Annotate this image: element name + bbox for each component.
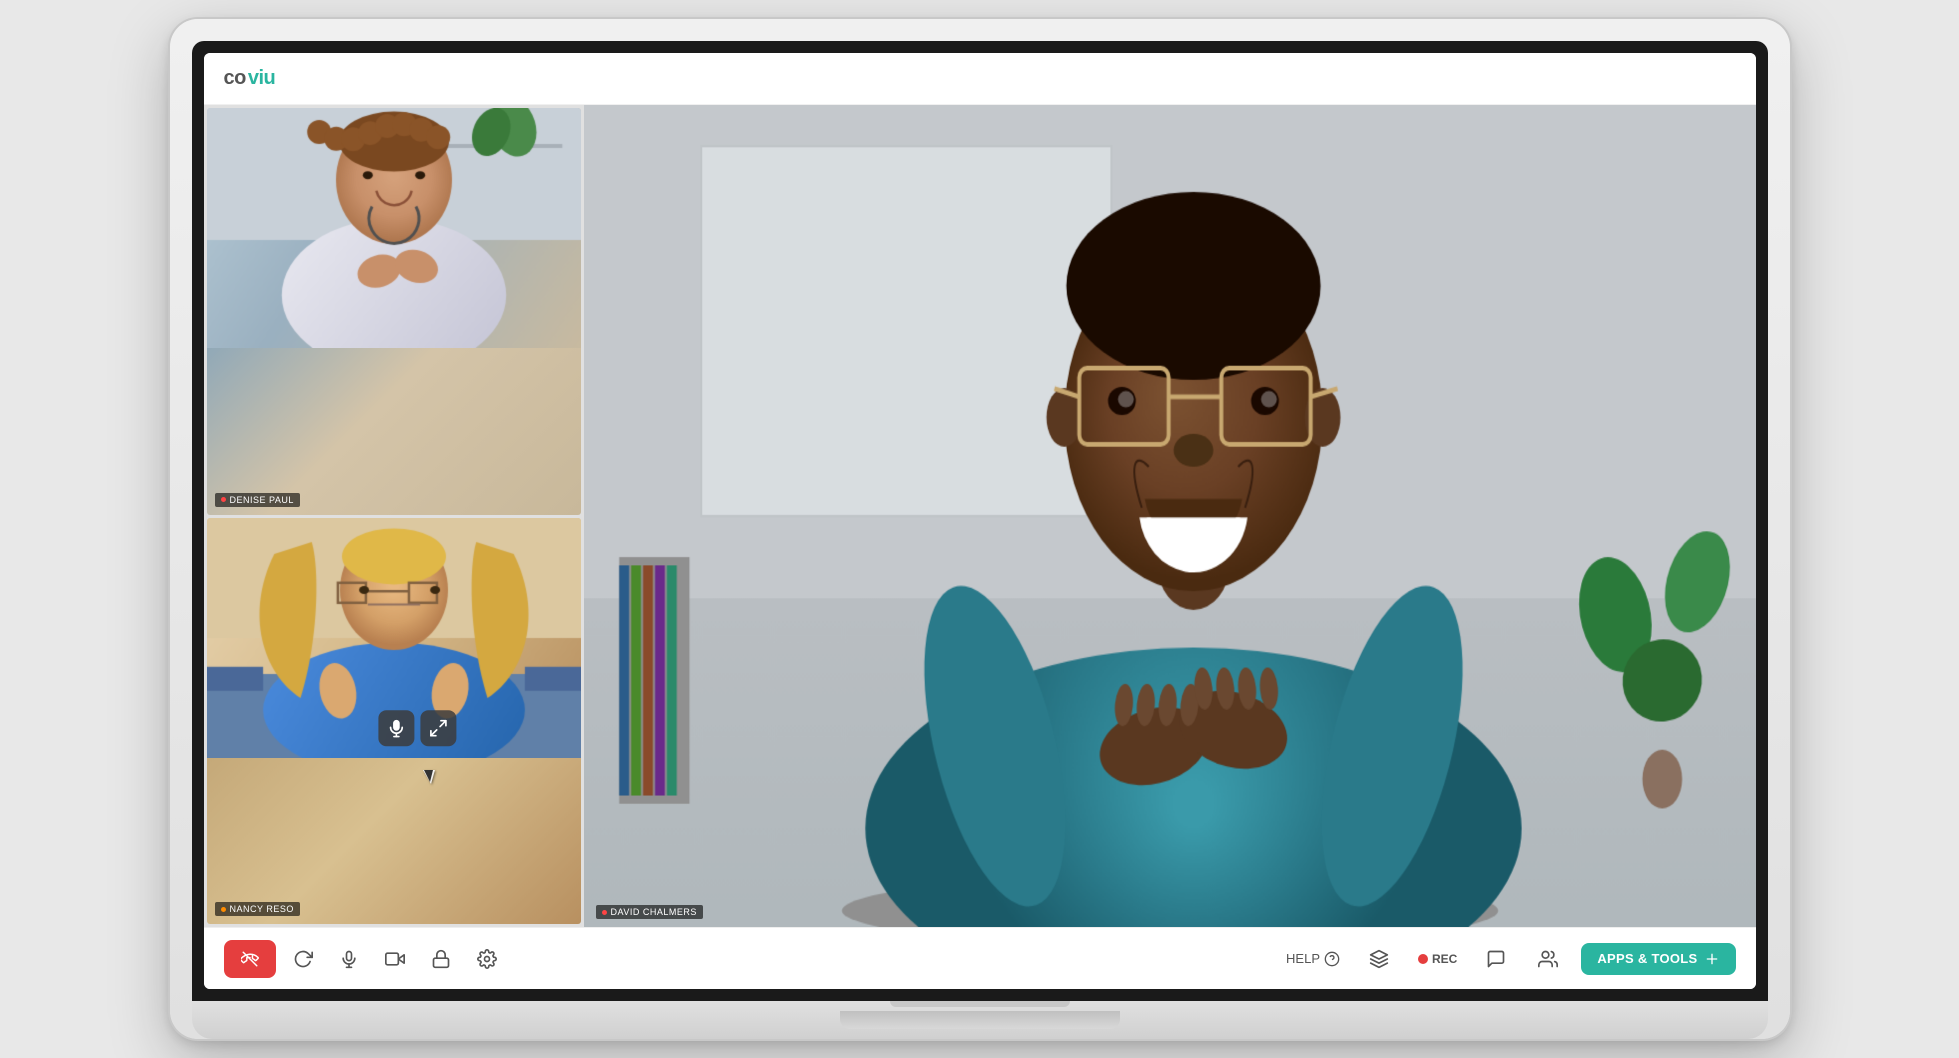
settings-icon [477,949,497,969]
video-area: DENISE PAUL [204,105,1756,927]
laptop-shell: coviu DENISE PAUL [170,19,1790,1039]
record-button[interactable]: REC [1412,948,1463,970]
camera-button[interactable] [376,940,414,978]
mic-icon [386,718,406,738]
refresh-button[interactable] [284,940,322,978]
nametag-david: DAVID CHALMERS [596,905,703,919]
nametag-david-text: DAVID CHALMERS [611,907,697,917]
settings-button[interactable] [468,940,506,978]
screen-bezel: coviu DENISE PAUL [192,41,1768,1001]
phone-off-icon [241,950,259,968]
layers-icon [1369,949,1389,969]
nametag-denise-text: DENISE PAUL [230,495,294,505]
toolbar-left [224,940,506,978]
help-label: HELP [1286,951,1320,966]
rec-label: REC [1432,952,1457,966]
camera-icon [385,949,405,969]
video-cell-doctor: DENISE PAUL [207,108,581,515]
status-dot-denise [221,497,226,502]
help-button[interactable]: HELP [1280,947,1346,971]
screen-content: coviu DENISE PAUL [204,53,1756,989]
video-cell-nurse: NANCY RESO [207,518,581,925]
logo-co-text: co [224,67,246,90]
layers-button[interactable] [1360,940,1398,978]
people-button[interactable] [1529,940,1567,978]
logo-viu-text: viu [248,67,275,90]
nametag-denise: DENISE PAUL [215,493,300,507]
apps-tools-button[interactable]: APPS & TOOLS [1581,943,1735,975]
refresh-icon [293,949,313,969]
nametag-nancy: NANCY RESO [215,902,300,916]
chat-icon [1486,949,1506,969]
overlay-mic-button[interactable] [378,710,414,746]
apps-tools-label: APPS & TOOLS [1597,951,1697,966]
toolbar-right: HELP [1280,940,1735,978]
lock-button[interactable] [422,940,460,978]
lock-icon [431,949,451,969]
status-dot-david [602,910,607,915]
video-overlay-controls [378,710,456,746]
video-grid: DENISE PAUL [204,105,584,927]
status-dot-nancy [221,907,226,912]
microphone-button[interactable] [330,940,368,978]
laptop-hinge [840,1011,1120,1029]
video-main: DAVID CHALMERS [584,105,1756,927]
laptop-base [192,1001,1768,1039]
app-header: coviu [204,53,1756,105]
nametag-nancy-text: NANCY RESO [230,904,294,914]
plus-icon [1704,951,1720,967]
end-call-button[interactable] [224,940,276,978]
people-icon [1537,949,1559,969]
help-circle-icon [1324,951,1340,967]
expand-icon [428,718,448,738]
overlay-expand-button[interactable] [420,710,456,746]
rec-dot [1418,954,1428,964]
toolbar: HELP [204,927,1756,989]
chat-button[interactable] [1477,940,1515,978]
logo: coviu [224,67,276,90]
microphone-icon [339,949,359,969]
